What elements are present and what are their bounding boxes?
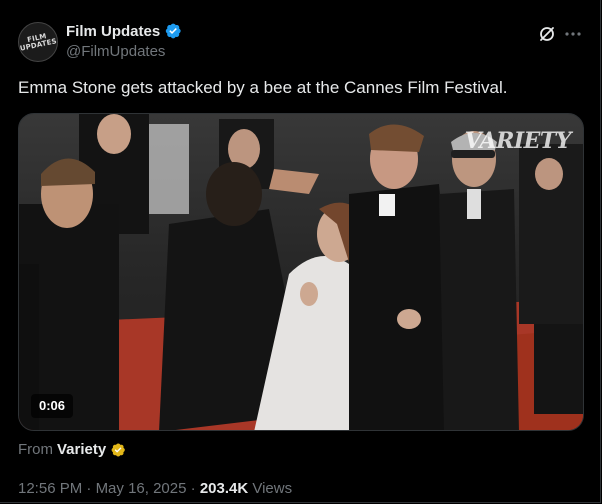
tweet-meta: 12:56 PM · May 16, 2025 · 203.4K Views	[18, 480, 292, 497]
video-frame	[19, 114, 583, 430]
verified-badge-icon	[164, 22, 182, 40]
views-count[interactable]: 203.4K	[200, 480, 248, 497]
author-name-row: Film Updates	[66, 22, 182, 40]
variety-watermark: VARIETY	[464, 128, 572, 154]
meta-separator: ·	[190, 480, 196, 497]
author-avatar[interactable]: FILM UPDATES	[18, 22, 58, 62]
video-player[interactable]: VARIETY 0:06	[18, 113, 584, 431]
tweet-date[interactable]: May 16, 2025	[96, 480, 187, 497]
author-handle[interactable]: @FilmUpdates	[66, 43, 165, 60]
author-display-name[interactable]: Film Updates	[66, 23, 160, 40]
source-prefix: From	[18, 441, 53, 458]
tweet-text: Emma Stone gets attacked by a bee at the…	[18, 78, 508, 97]
views-label: Views	[252, 480, 293, 497]
grok-icon[interactable]	[537, 24, 557, 44]
media-source-attribution: From Variety	[18, 441, 126, 458]
tweet-card[interactable]: FILM UPDATES Film Updates @FilmUpdates E…	[0, 0, 601, 503]
gold-verified-badge-icon	[110, 442, 126, 458]
video-duration-badge: 0:06	[31, 394, 74, 418]
avatar-logo: FILM UPDATES	[19, 31, 57, 53]
more-options-icon[interactable]	[563, 24, 583, 44]
tweet-time[interactable]: 12:56 PM	[18, 480, 82, 497]
meta-separator: ·	[86, 480, 92, 497]
source-name-link[interactable]: Variety	[57, 441, 106, 458]
